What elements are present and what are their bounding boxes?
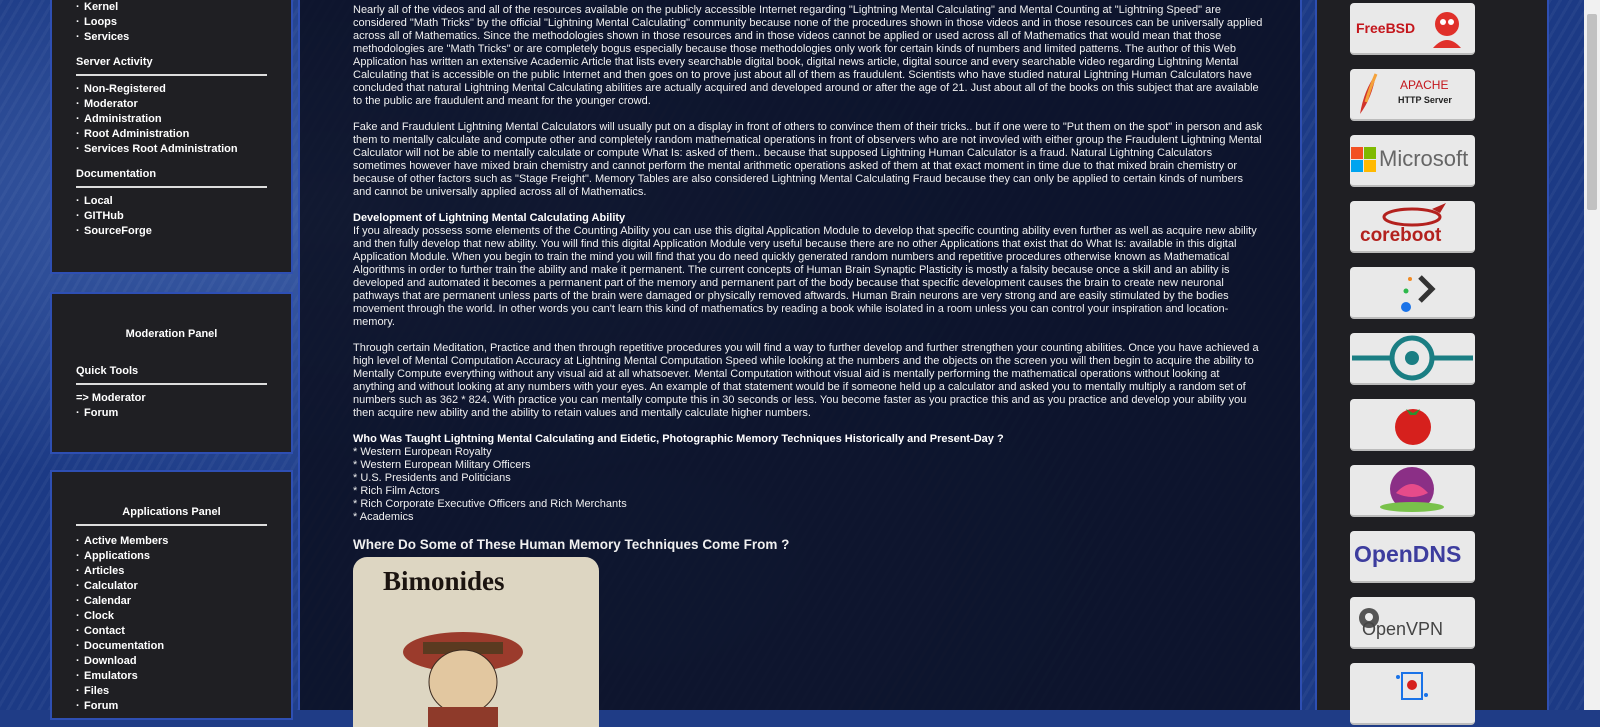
coreboot-rabbit-icon (1382, 203, 1446, 227)
prompt-chevron-icon (1401, 275, 1436, 312)
taught-list: * Western European Royalty * Western Eur… (353, 446, 1263, 524)
server-activity-list: · Non-Registered · Moderator · Administrati… (76, 82, 267, 157)
tomato-logo[interactable] (1350, 399, 1475, 451)
lotus-logo[interactable] (1350, 465, 1475, 517)
server-item-root-administration[interactable]: · Root Administration (76, 127, 267, 142)
ring-icon (1352, 335, 1473, 381)
openvpn-logo-text: OpenVPN (1362, 619, 1444, 639)
coreboot-logo-text: coreboot (1360, 225, 1442, 246)
scrollbar-thumb[interactable] (1587, 14, 1597, 210)
portrait-illustration (403, 632, 523, 727)
documentation-title: Documentation (76, 168, 267, 188)
app-item-contact[interactable]: · Contact (76, 624, 267, 639)
nav-item-kernel[interactable]: · Kernel (76, 0, 267, 15)
circle-logo[interactable] (1350, 333, 1475, 385)
opendns-logo[interactable]: OpenDNS (1350, 531, 1475, 583)
microsoft-logo-text: Microsoft (1379, 146, 1469, 171)
nav-list: · Kernel · Loops · Services (76, 0, 267, 45)
main-content: Nearly all of the videos and all of the … (298, 0, 1302, 727)
lotus-icon (1380, 467, 1444, 512)
app-item-emulators[interactable]: · Emulators (76, 669, 267, 684)
app-item-clock[interactable]: · Clock (76, 609, 267, 624)
nav-item-loops[interactable]: · Loops (76, 15, 267, 30)
article: Nearly all of the videos and all of the … (353, 4, 1263, 727)
list-item: * Western European Military Officers (353, 459, 531, 471)
doc-item-github[interactable]: · GITHub (76, 209, 267, 224)
app-item-calendar[interactable]: · Calendar (76, 594, 267, 609)
doc-item-local[interactable]: · Local (76, 194, 267, 209)
quick-tools-list: => Moderator · Forum (76, 391, 267, 421)
app-item-documentation[interactable]: · Documentation (76, 639, 267, 654)
left-column: · Kernel · Loops · Services Server Activity… (0, 0, 300, 720)
app-item-applications[interactable]: · Applications (76, 549, 267, 564)
paragraph-meditation: Through certain Meditation, Practice and… (353, 342, 1259, 419)
list-item: * Academics (353, 511, 414, 523)
moderation-panel: Moderation Panel Quick Tools => Moderato… (50, 292, 293, 454)
server-item-moderator[interactable]: · Moderator (76, 97, 267, 112)
applications-list: · Active Members · Applications · Articles … (76, 534, 267, 714)
app-item-calculator[interactable]: · Calculator (76, 579, 267, 594)
list-item: * Rich Corporate Executive Officers and … (353, 498, 627, 510)
apache-logo[interactable]: APACHE HTTP Server (1350, 69, 1475, 121)
freebsd-logo-text: FreeBSD (1356, 20, 1416, 36)
paragraph-fraud: Fake and Fraudulent Lightning Mental Cal… (353, 121, 1263, 198)
server-item-nonregistered[interactable]: · Non-Registered (76, 82, 267, 97)
development-title: Development of Lightning Mental Calculat… (353, 212, 626, 224)
opendns-logo-text: OpenDNS (1354, 541, 1462, 567)
tomato-icon (1395, 409, 1431, 445)
server-item-services-root-administration[interactable]: · Services Root Administration (76, 142, 267, 157)
paragraph-development: If you already possess some elements of … (353, 225, 1257, 328)
sponsor-logos-column: FreeBSD APACHE HTTP Server Microsoft cor… (1315, 0, 1549, 725)
moderation-panel-title: Moderation Panel (125, 328, 218, 340)
list-item: * Rich Film Actors (353, 485, 440, 497)
app-item-download[interactable]: · Download (76, 654, 267, 669)
list-item: * U.S. Presidents and Politicians (353, 472, 511, 484)
microsoft-squares-icon (1351, 147, 1376, 172)
app-item-articles[interactable]: · Articles (76, 564, 267, 579)
server-item-administration[interactable]: · Administration (76, 112, 267, 127)
navigation-panel: · Kernel · Loops · Services Server Activity… (50, 0, 293, 274)
quick-tools-title: Quick Tools (76, 365, 267, 385)
network-icon (1396, 672, 1428, 700)
apache-logo-subtext: HTTP Server (1398, 95, 1452, 105)
apache-feather-icon (1360, 73, 1378, 114)
apache-logo-text: APACHE (1400, 78, 1449, 92)
list-item: * Western European Royalty (353, 446, 492, 458)
openvpn-logo[interactable]: OpenVPN (1350, 597, 1475, 649)
freebsd-daemon-icon (1433, 12, 1461, 48)
nav-item-services[interactable]: · Services (76, 30, 267, 45)
quick-tool-forum[interactable]: · Forum (76, 406, 267, 421)
coreboot-logo[interactable]: coreboot (1350, 201, 1475, 253)
server-activity-title: Server Activity (76, 56, 267, 76)
applications-panel: Applications Panel · Active Members · Appl… (50, 470, 293, 720)
quick-tool-moderator[interactable]: => Moderator (76, 391, 267, 406)
doc-item-sourceforge[interactable]: · SourceForge (76, 224, 267, 239)
app-item-files[interactable]: · Files (76, 684, 267, 699)
applications-panel-title: Applications Panel (76, 506, 267, 526)
who-was-taught-title: Who Was Taught Lightning Mental Calculat… (353, 433, 1004, 445)
microsoft-logo[interactable]: Microsoft (1350, 135, 1475, 187)
misc-logo[interactable] (1350, 663, 1475, 725)
app-item-active-members[interactable]: · Active Members (76, 534, 267, 549)
section-heading: Where Do Some of These Human Memory Tech… (353, 537, 790, 552)
simonides-portrait-image: Bimonides (353, 557, 599, 727)
paragraph-intro: Nearly all of the videos and all of the … (353, 4, 1263, 107)
documentation-list: · Local · GITHub · SourceForge (76, 194, 267, 239)
freebsd-logo[interactable]: FreeBSD (1350, 3, 1475, 55)
page-scrollbar[interactable] (1584, 0, 1600, 710)
app-item-forum[interactable]: · Forum (76, 699, 267, 714)
prompt-logo[interactable] (1350, 267, 1475, 319)
